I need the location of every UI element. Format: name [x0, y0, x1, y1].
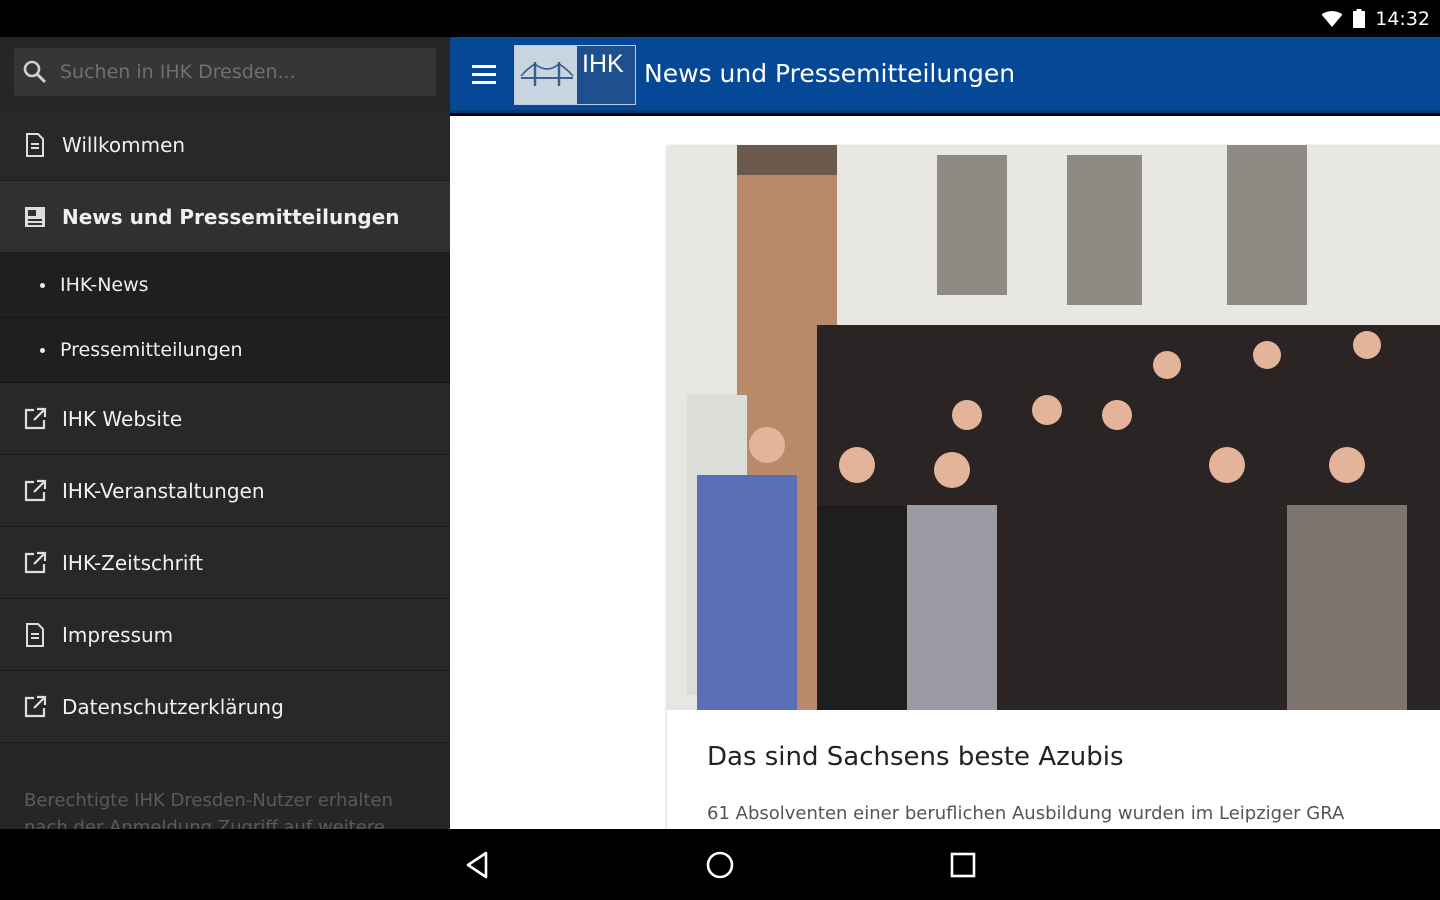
external-link-icon [24, 407, 47, 429]
submenu-item-pressemitteilungen[interactable]: Pressemitteilungen [0, 318, 450, 383]
document-icon [26, 622, 44, 647]
wifi-icon [1321, 10, 1343, 27]
battery-icon [1353, 9, 1366, 28]
submenu-item-label: Pressemitteilungen [60, 339, 243, 361]
page-title: News und Pressemitteilungen [644, 59, 1016, 88]
menu-item-label: IHK-Zeitschrift [62, 550, 203, 575]
recents-icon[interactable] [945, 847, 981, 883]
ihk-logo: IHK [514, 45, 636, 105]
navigation-drawer: Willkommen News und Pressemitteilungen I… [0, 37, 450, 829]
status-time: 14:32 [1375, 7, 1430, 30]
menu-item-label: Impressum [62, 622, 174, 647]
article-title: Das sind Sachsens beste Azubis [707, 742, 1124, 772]
submenu-item-label: IHK-News [60, 274, 149, 296]
drawer-menu: Willkommen News und Pressemitteilungen I… [0, 109, 450, 743]
external-link-icon [24, 479, 47, 501]
menu-item-willkommen[interactable]: Willkommen [0, 109, 450, 181]
article-teaser: 61 Absolventen einer beruflichen Ausbild… [707, 803, 1345, 824]
search-box[interactable] [14, 48, 436, 96]
menu-item-label: Datenschutzerklärung [62, 694, 284, 719]
menu-item-ihk-veranstaltungen[interactable]: IHK-Veranstaltungen [0, 455, 450, 527]
status-icons: 14:32 [1321, 0, 1430, 37]
bridge-icon [520, 62, 574, 86]
menu-item-label: IHK-Veranstaltungen [62, 478, 265, 503]
logo-emblem [515, 46, 577, 104]
bullet [40, 282, 45, 288]
menu-item-label: Willkommen [62, 132, 186, 157]
app-bar: IHK News und Pressemitteilungen [450, 37, 1440, 113]
status-bar: 14:32 [0, 0, 1440, 37]
group-photo-illustration [667, 145, 1440, 710]
search-icon [23, 60, 47, 84]
document-icon [26, 132, 44, 157]
menu-item-news[interactable]: News und Pressemitteilungen [0, 181, 450, 253]
external-link-icon [24, 695, 47, 717]
menu-item-ihk-zeitschrift[interactable]: IHK-Zeitschrift [0, 527, 450, 599]
back-icon[interactable] [460, 847, 496, 883]
home-icon[interactable] [702, 847, 738, 883]
content-area: Das sind Sachsens beste Azubis 61 Absolv… [450, 116, 1440, 829]
submenu-item-ihk-news[interactable]: IHK-News [0, 253, 450, 318]
system-nav-bar [0, 829, 1440, 900]
logo-text: IHK [582, 50, 624, 78]
bullet [40, 347, 45, 353]
external-link-icon [24, 551, 47, 573]
news-card[interactable]: Das sind Sachsens beste Azubis 61 Absolv… [667, 145, 1440, 829]
article-photo [667, 145, 1440, 710]
menu-item-ihk-website[interactable]: IHK Website [0, 383, 450, 455]
menu-item-datenschutz[interactable]: Datenschutzerklärung [0, 671, 450, 743]
menu-item-label: News und Pressemitteilungen [62, 204, 400, 229]
search-input[interactable] [60, 61, 420, 83]
drawer-footer-text: Berechtigte IHK Dresden-Nutzer erhalten … [24, 790, 393, 829]
newspaper-icon [25, 206, 45, 227]
menu-icon[interactable] [472, 65, 496, 85]
menu-item-impressum[interactable]: Impressum [0, 599, 450, 671]
menu-item-label: IHK Website [62, 406, 183, 431]
